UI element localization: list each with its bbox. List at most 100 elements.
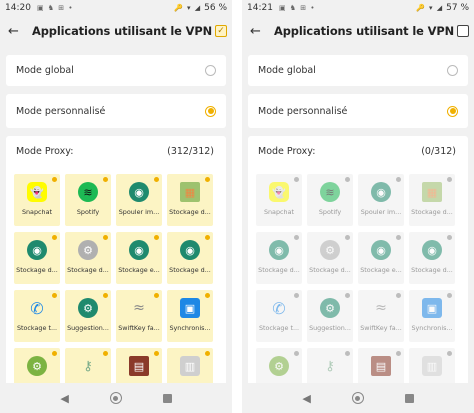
app-label: Stockage e... (360, 266, 402, 274)
photo-icon: ▤ (371, 356, 391, 376)
snapchat-icon: 👻 (269, 182, 289, 202)
key-icon: ⚷ (83, 358, 93, 374)
proxy-header: Mode Proxy: (0/312) (258, 146, 456, 157)
mode-global-radio[interactable] (447, 65, 458, 76)
mode-global-radio[interactable] (205, 65, 216, 76)
nav-home-icon[interactable] (109, 392, 122, 404)
app-selected-indicator (447, 235, 452, 240)
android-icon: ◉ (27, 240, 47, 260)
app-tile[interactable]: ⚙ Stockage d... (307, 232, 353, 284)
app-label: SwiftKey fa... (118, 324, 160, 332)
app-tile[interactable]: ✆ Stockage t... (256, 290, 302, 342)
app-tile[interactable]: ◉ Stockage e... (116, 232, 162, 284)
vpn-all-checkbox[interactable]: ✓ (215, 25, 228, 37)
mode-custom-radio[interactable] (447, 105, 458, 117)
gear-icon: ⚙ (78, 298, 98, 318)
android-icon: ◉ (129, 240, 149, 260)
app-selected-indicator (396, 293, 401, 298)
app-label: Spouler im... (118, 208, 160, 216)
navigation-bar: ◀ (242, 383, 474, 413)
app-selected-indicator (205, 235, 210, 240)
proxy-app-count: (312/312) (167, 146, 214, 157)
page-title: Applications utilisant le VPN (274, 24, 455, 38)
proxy-app-list: Mode Proxy: (0/312) 👻 Snapchat ≋ Spotify ◉ Sp… (248, 136, 468, 396)
app-label: Spotify (76, 208, 100, 216)
app-label: Spouler im... (360, 208, 402, 216)
app-tile[interactable]: ◉ Stockage d... (167, 232, 213, 284)
app-tile[interactable]: ▦ Stockage d... (167, 174, 213, 226)
app-label: Stockage d... (258, 266, 300, 274)
status-bar: 14:20 ▣ ♞ ⊞ • 🔑 ▾ ◢ 56 % (0, 0, 232, 16)
app-tile[interactable]: ◉ Stockage e... (358, 232, 404, 284)
app-tile[interactable]: ▣ Synchronis... (167, 290, 213, 342)
app-selected-indicator (294, 177, 299, 182)
app-icon: ▥ (422, 356, 442, 376)
android-icon: ◉ (129, 182, 149, 202)
photo-icon: ▤ (129, 356, 149, 376)
mode-custom-radio[interactable] (205, 105, 216, 117)
settings-icon: ⚙ (269, 356, 289, 376)
settings-icon: ⚙ (27, 356, 47, 376)
navigation-bar: ◀ (0, 383, 232, 413)
app-label: Stockage e... (118, 266, 160, 274)
app-tile[interactable]: ▦ Stockage d... (409, 174, 455, 226)
signal-icons: 🔑 ▾ ◢ (416, 4, 444, 12)
app-tile[interactable]: ◉ Stockage d... (256, 232, 302, 284)
gear-icon: ⚙ (78, 240, 98, 260)
app-selected-indicator (345, 293, 350, 298)
app-tile[interactable]: ✆ Stockage t... (14, 290, 60, 342)
snapchat-icon: 👻 (27, 182, 47, 202)
app-grid: 👻 Snapchat ≋ Spotify ◉ Spouler im... ▦ Stockage… (256, 174, 466, 396)
proxy-mode-label: Mode Proxy: (16, 146, 74, 157)
nav-back-icon[interactable]: ◀ (302, 392, 310, 405)
app-tile[interactable]: ◉ Stockage d... (14, 232, 60, 284)
vpn-all-checkbox[interactable] (457, 25, 470, 37)
app-tile[interactable]: ◉ Stockage d... (409, 232, 455, 284)
app-label: Stockage t... (258, 324, 300, 332)
mode-global-option[interactable]: Mode global (248, 55, 468, 86)
mode-custom-label: Mode personnalisé (258, 105, 348, 117)
app-tile[interactable]: ◉ Spouler im... (358, 174, 404, 226)
swiftkey-icon: ≈ (375, 300, 387, 316)
page-title: Applications utilisant le VPN (32, 24, 213, 38)
back-arrow-icon[interactable]: ← (8, 24, 26, 39)
proxy-header: Mode Proxy: (312/312) (16, 146, 214, 157)
app-tile[interactable]: ▣ Synchronis... (409, 290, 455, 342)
nav-recent-apps-icon[interactable] (162, 393, 172, 403)
app-tile[interactable]: ≈ SwiftKey fa... (358, 290, 404, 342)
nav-recent-apps-icon[interactable] (404, 393, 414, 403)
app-tile[interactable]: 👻 Snapchat (256, 174, 302, 226)
mode-global-option[interactable]: Mode global (6, 55, 226, 86)
mode-custom-label: Mode personnalisé (16, 105, 106, 117)
app-tile[interactable]: 👻 Snapchat (14, 174, 60, 226)
android-icon: ◉ (371, 182, 391, 202)
phone-screen-right: 14:21 ▣ ♞ ⊞ • 🔑 ▾ ◢ 57 % ← Applications … (242, 0, 474, 413)
app-selected-indicator (345, 351, 350, 356)
back-arrow-icon[interactable]: ← (250, 24, 268, 39)
app-tile[interactable]: ⚙ Suggestion... (65, 290, 111, 342)
app-tile[interactable]: ≋ Spotify (65, 174, 111, 226)
app-selected-indicator (52, 177, 57, 182)
proxy-app-count: (0/312) (421, 146, 456, 157)
app-icon: ▥ (180, 356, 200, 376)
mode-custom-option[interactable]: Mode personnalisé (6, 94, 226, 128)
app-tile[interactable]: ⚙ Suggestion... (307, 290, 353, 342)
app-tile[interactable]: ≋ Spotify (307, 174, 353, 226)
nav-back-icon[interactable]: ◀ (60, 392, 68, 405)
nav-home-icon[interactable] (351, 392, 364, 404)
signal-icons: 🔑 ▾ ◢ (174, 4, 202, 12)
app-tile[interactable]: ◉ Spouler im... (116, 174, 162, 226)
app-label: Suggestion... (309, 324, 351, 332)
notification-icons: ▣ ♞ ⊞ • (278, 4, 316, 12)
app-selected-indicator (154, 293, 159, 298)
app-tile[interactable]: ≈ SwiftKey fa... (116, 290, 162, 342)
app-selected-indicator (205, 293, 210, 298)
app-selected-indicator (294, 351, 299, 356)
app-tile[interactable]: ⚙ Stockage d... (65, 232, 111, 284)
sync-icon: ▣ (422, 298, 442, 318)
phone-icon: ✆ (30, 298, 44, 318)
mode-custom-option[interactable]: Mode personnalisé (248, 94, 468, 128)
spotify-icon: ≋ (320, 182, 340, 202)
app-selected-indicator (447, 177, 452, 182)
proxy-app-list: Mode Proxy: (312/312) 👻 Snapchat ≋ Spotify ◉… (6, 136, 226, 396)
